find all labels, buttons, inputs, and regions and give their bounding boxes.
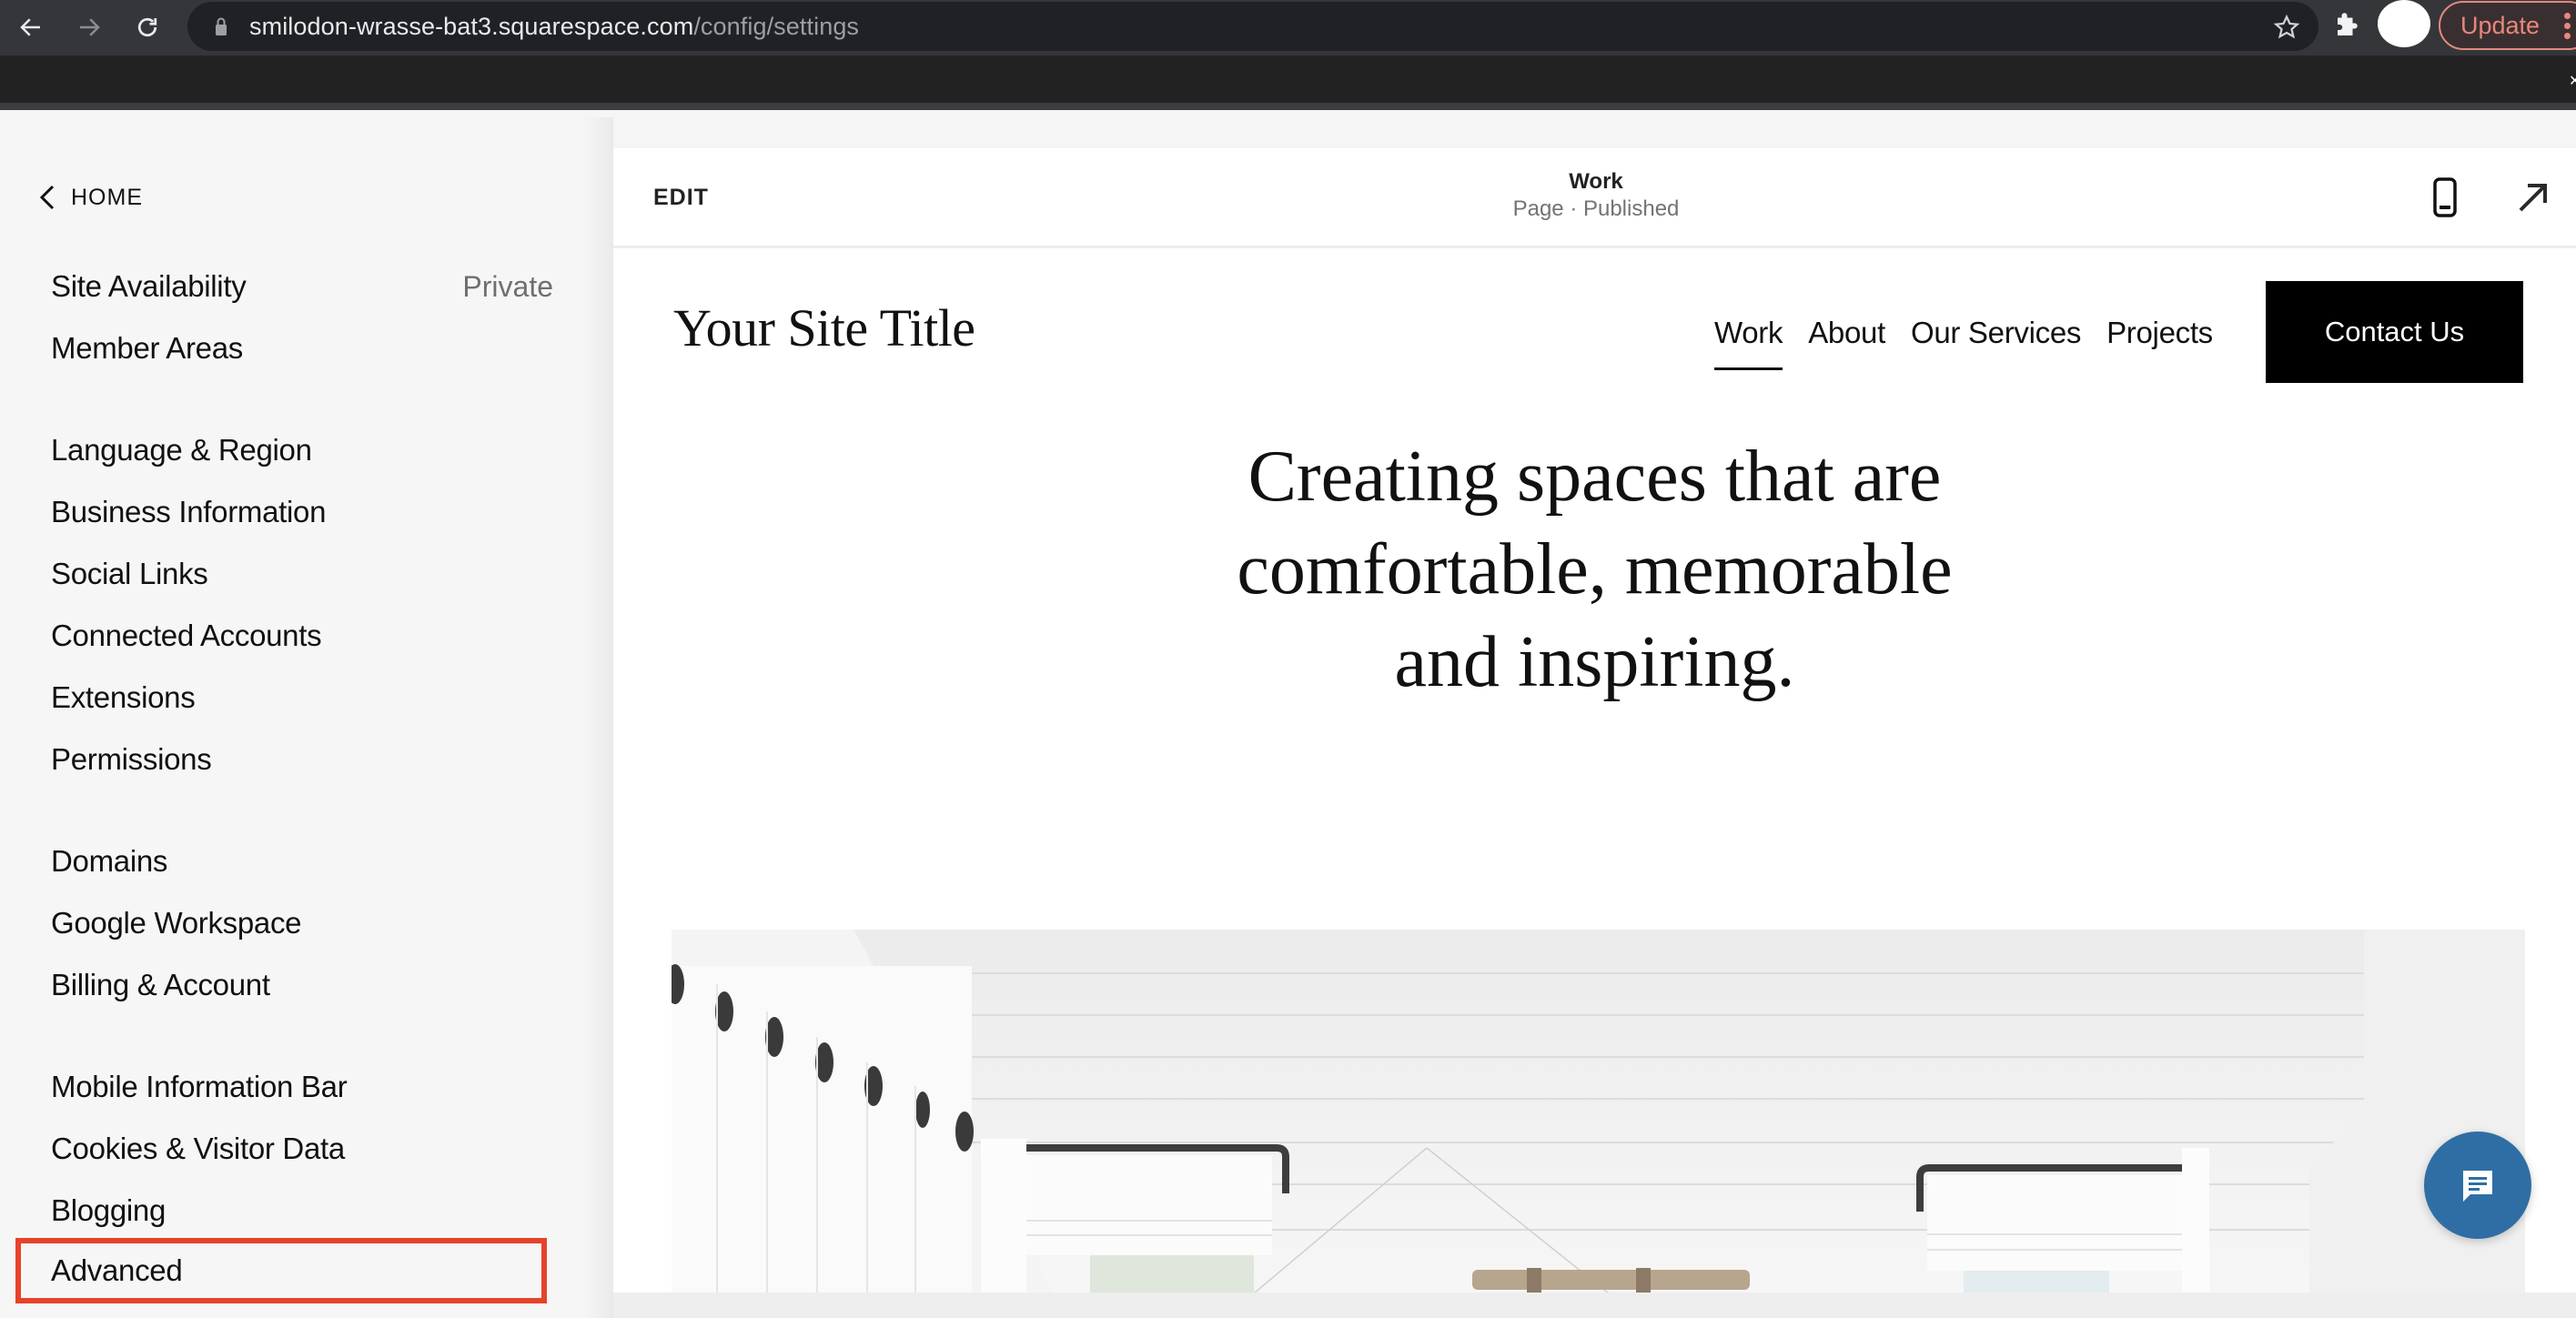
- page-info: Work Page · Published: [1505, 168, 1687, 223]
- nav-link-our-services[interactable]: Our Services: [1911, 316, 2081, 350]
- hero-line: comfortable, memorable: [1237, 529, 1953, 609]
- hero-image: [672, 930, 2525, 1293]
- sidebar-item-label: Social Links: [51, 557, 208, 590]
- sidebar-item-label: Connected Accounts: [51, 619, 322, 652]
- sidebar-item-mobile-information-bar[interactable]: Mobile Information Bar: [51, 1064, 553, 1110]
- sidebar-item-permissions[interactable]: Permissions: [51, 737, 553, 782]
- sidebar-item-business-information[interactable]: Business Information: [51, 489, 553, 535]
- chat-bubble-icon: [2463, 1171, 2492, 1202]
- preview-header: EDIT Work Page · Published: [613, 148, 2576, 248]
- arrow-right-icon: [80, 18, 100, 36]
- bookmarks-bar: ✕: [0, 55, 2576, 110]
- sidebar-item-label: Cookies & Visitor Data: [51, 1132, 345, 1165]
- home-label: HOME: [71, 184, 143, 210]
- arrow-left-icon: [20, 18, 40, 36]
- reload-button[interactable]: [127, 7, 167, 47]
- highlight-annotation-box: [15, 1238, 547, 1303]
- sidebar-item-blogging[interactable]: Blogging: [51, 1188, 553, 1233]
- forward-button[interactable]: [69, 7, 109, 47]
- profile-avatar[interactable]: [2378, 0, 2430, 47]
- site-navigation: Work About Our Services Projects: [1714, 316, 2213, 370]
- address-bar[interactable]: smilodon-wrasse-bat3.squarespace.com/con…: [187, 2, 2318, 51]
- back-button[interactable]: [11, 7, 51, 47]
- sidebar-item-google-workspace[interactable]: Google Workspace: [51, 900, 553, 946]
- site-preview: EDIT Work Page · Published Your Site Tit…: [613, 148, 2576, 1293]
- sidebar-item-extensions[interactable]: Extensions: [51, 675, 553, 720]
- kebab-menu-icon[interactable]: [2564, 13, 2573, 40]
- mobile-preview-icon[interactable]: [2433, 177, 2457, 217]
- site-availability-value: Private: [462, 269, 553, 303]
- sidebar-shadow: [582, 117, 613, 1318]
- sidebar-item-social-links[interactable]: Social Links: [51, 551, 553, 597]
- sidebar-item-cookies-visitor-data[interactable]: Cookies & Visitor Data: [51, 1126, 553, 1172]
- edit-button[interactable]: EDIT: [653, 185, 709, 211]
- sidebar-item-language-region[interactable]: Language & Region: [51, 428, 553, 473]
- sidebar-item-member-areas[interactable]: Member Areas: [51, 326, 553, 371]
- nav-link-work[interactable]: Work: [1714, 316, 1783, 370]
- sidebar-item-billing-account[interactable]: Billing & Account: [51, 962, 553, 1008]
- site-title[interactable]: Your Site Title: [673, 297, 975, 358]
- chat-support-button[interactable]: [2424, 1132, 2531, 1239]
- interior-photo: [672, 930, 2525, 1293]
- sidebar-item-label: Billing & Account: [51, 968, 270, 1001]
- page-name: Work: [1569, 169, 1623, 194]
- url-path: /config/settings: [693, 13, 860, 40]
- reload-icon: [137, 17, 157, 37]
- url-text: smilodon-wrasse-bat3.squarespace.com/con…: [249, 12, 859, 41]
- sidebar-item-connected-accounts[interactable]: Connected Accounts: [51, 613, 553, 659]
- sidebar-item-label: Language & Region: [51, 433, 312, 467]
- nav-link-projects[interactable]: Projects: [2106, 316, 2213, 350]
- sidebar-item-label: Mobile Information Bar: [51, 1070, 348, 1103]
- chevron-left-icon: [39, 185, 55, 210]
- contact-us-button[interactable]: Contact Us: [2266, 281, 2523, 383]
- hero-line: and inspiring.: [1394, 622, 1795, 702]
- hero-heading: Creating spaces that are comfortable, me…: [613, 430, 2576, 709]
- sidebar-item-label: Permissions: [51, 742, 212, 776]
- preview-bottom-edge: [613, 1293, 2576, 1318]
- puzzle-icon[interactable]: [2329, 11, 2362, 44]
- sidebar-item-domains[interactable]: Domains: [51, 839, 553, 884]
- url-host: smilodon-wrasse-bat3.squarespace.com: [249, 13, 694, 40]
- browser-toolbar: smilodon-wrasse-bat3.squarespace.com/con…: [0, 0, 2576, 55]
- hero-line: Creating spaces that are: [1248, 437, 1942, 517]
- sidebar-item-label: Blogging: [51, 1193, 167, 1227]
- sidebar-item-label: Business Information: [51, 495, 327, 528]
- page-status: Page · Published: [1512, 196, 1680, 221]
- update-button[interactable]: Update: [2439, 1, 2576, 50]
- sidebar-item-label: Member Areas: [51, 331, 243, 365]
- open-external-icon[interactable]: [2515, 179, 2551, 216]
- nav-link-about[interactable]: About: [1808, 316, 1885, 350]
- sidebar-item-label: Domains: [51, 844, 168, 878]
- sidebar-item-site-availability[interactable]: Site Availability Private: [51, 264, 553, 309]
- home-back-link[interactable]: HOME: [36, 183, 143, 212]
- close-icon[interactable]: ✕: [2569, 75, 2576, 89]
- sidebar-item-label: Google Workspace: [51, 906, 302, 940]
- settings-sidebar: HOME Site Availability Private Member Ar…: [0, 117, 611, 1318]
- star-icon[interactable]: [2273, 14, 2300, 41]
- sidebar-item-label: Extensions: [51, 680, 196, 714]
- lock-icon: [216, 17, 227, 35]
- sidebar-item-label: Site Availability: [51, 269, 247, 303]
